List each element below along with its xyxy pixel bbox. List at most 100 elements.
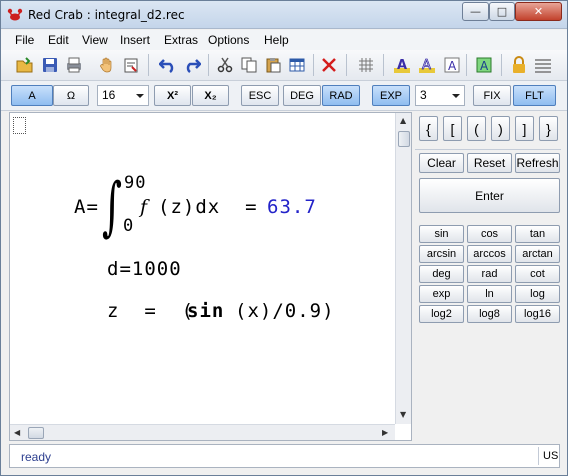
toolbar-separator [466, 54, 467, 76]
menu-extras[interactable]: Extras [164, 33, 198, 47]
arcsin-button[interactable]: arcsin [419, 245, 464, 263]
font-a-button[interactable]: A [11, 85, 53, 106]
hand-icon[interactable] [96, 54, 118, 76]
open-icon[interactable] [14, 54, 36, 76]
menu-edit[interactable]: Edit [48, 33, 69, 47]
format-toolbar: A Ω 16 X² X₂ ESC DEG RAD EXP 3 FIX FLT [1, 81, 567, 111]
toolbar-separator [501, 54, 502, 76]
scroll-up-icon[interactable]: ▲ [400, 116, 406, 125]
close-button[interactable]: ✕ [515, 2, 562, 21]
status-bar: ready US [9, 444, 560, 468]
worksheet-editor[interactable] [9, 112, 412, 441]
vertical-scroll-thumb[interactable] [398, 131, 410, 147]
redo-icon[interactable] [181, 54, 203, 76]
status-separator [538, 447, 539, 465]
cut-icon[interactable] [214, 54, 236, 76]
minimize-icon: — [470, 5, 481, 18]
undo-icon[interactable] [157, 54, 179, 76]
horizontal-scroll-thumb[interactable] [28, 427, 44, 439]
fix-button[interactable]: FIX [473, 85, 511, 106]
refresh-button[interactable]: Refresh [515, 153, 560, 173]
deg-button[interactable]: DEG [283, 85, 321, 106]
chevron-down-icon [136, 94, 144, 98]
scroll-down-icon[interactable]: ▼ [400, 410, 406, 419]
enter-button[interactable]: Enter [419, 178, 560, 213]
rad-function-button[interactable]: rad [467, 265, 512, 283]
text-a-outline-icon[interactable]: A [416, 54, 438, 76]
log16-button[interactable]: log16 [515, 305, 560, 323]
expression-z-end: (x)/0.9) [235, 300, 335, 322]
log-button[interactable]: log [515, 285, 560, 303]
integrand-expression: (z)dx = [158, 196, 258, 218]
menu-bar: File Edit View Insert Extras Options Hel… [1, 30, 567, 50]
font-size-value: 16 [102, 88, 116, 102]
result-value: 63.7 [267, 196, 317, 218]
esc-button[interactable]: ESC [241, 85, 279, 106]
main-toolbar: A A A A [1, 50, 567, 81]
status-text: ready [21, 450, 52, 464]
omega-button[interactable]: Ω [53, 85, 89, 106]
vertical-scrollbar[interactable]: ▲ ▼ [395, 113, 411, 424]
lines-icon[interactable] [532, 54, 554, 76]
brace-open-button[interactable]: { [419, 116, 438, 141]
exp-button[interactable]: EXP [372, 85, 410, 106]
exp-function-button[interactable]: exp [419, 285, 464, 303]
horizontal-scrollbar[interactable]: ◀ ▶ [10, 424, 395, 440]
paren-close-button[interactable]: ) [491, 116, 510, 141]
log8-button[interactable]: log8 [467, 305, 512, 323]
lock-icon[interactable] [508, 54, 530, 76]
save-icon[interactable] [39, 54, 61, 76]
grid-icon[interactable] [355, 54, 377, 76]
svg-text:A: A [480, 59, 489, 73]
subscript-button[interactable]: X₂ [192, 85, 229, 106]
minimize-button[interactable]: — [462, 2, 489, 21]
clear-button[interactable]: Clear [419, 153, 464, 173]
menu-view[interactable]: View [82, 33, 108, 47]
text-a-shadow-icon[interactable]: A [441, 54, 463, 76]
insertion-cursor [13, 117, 26, 134]
bracket-close-button[interactable]: ] [515, 116, 534, 141]
menu-options[interactable]: Options [208, 33, 249, 47]
menu-insert[interactable]: Insert [120, 33, 150, 47]
toolbar-separator [383, 54, 384, 76]
ln-button[interactable]: ln [467, 285, 512, 303]
copy-icon[interactable] [238, 54, 260, 76]
toolbar-separator [313, 54, 314, 76]
text-a-green-icon[interactable]: A [473, 54, 495, 76]
properties-icon[interactable] [120, 54, 142, 76]
text-a-icon[interactable]: A [391, 54, 413, 76]
precision-select[interactable]: 3 [415, 85, 465, 106]
reset-button[interactable]: Reset [467, 153, 512, 173]
log2-button[interactable]: log2 [419, 305, 464, 323]
cot-button[interactable]: cot [515, 265, 560, 283]
deg-function-button[interactable]: deg [419, 265, 464, 283]
delete-icon[interactable] [318, 54, 340, 76]
rad-button[interactable]: RAD [322, 85, 360, 106]
font-size-select[interactable]: 16 [97, 85, 149, 106]
maximize-button[interactable]: □ [489, 2, 515, 21]
paste-icon[interactable] [262, 54, 284, 76]
maximize-icon: □ [496, 5, 508, 18]
arccos-button[interactable]: arccos [467, 245, 512, 263]
paren-open-button[interactable]: ( [467, 116, 486, 141]
print-icon[interactable] [63, 54, 85, 76]
scroll-left-icon[interactable]: ◀ [14, 428, 20, 437]
bracket-open-button[interactable]: [ [443, 116, 462, 141]
integral-upper-limit: 90 [124, 173, 147, 193]
tan-button[interactable]: tan [515, 225, 560, 243]
integrand-function: f [140, 196, 149, 218]
toolbar-separator [148, 54, 149, 76]
expression-z-function: sin [187, 300, 225, 322]
superscript-button[interactable]: X² [154, 85, 191, 106]
menu-help[interactable]: Help [264, 33, 289, 47]
brace-close-button[interactable]: } [539, 116, 558, 141]
scroll-right-icon[interactable]: ▶ [382, 428, 388, 437]
cos-button[interactable]: cos [467, 225, 512, 243]
arctan-button[interactable]: arctan [515, 245, 560, 263]
table-icon[interactable] [286, 54, 308, 76]
svg-text:A: A [397, 58, 407, 73]
flt-button[interactable]: FLT [513, 85, 556, 106]
menu-file[interactable]: File [15, 33, 34, 47]
integral-lower-limit: 0 [123, 216, 135, 236]
sin-button[interactable]: sin [419, 225, 464, 243]
